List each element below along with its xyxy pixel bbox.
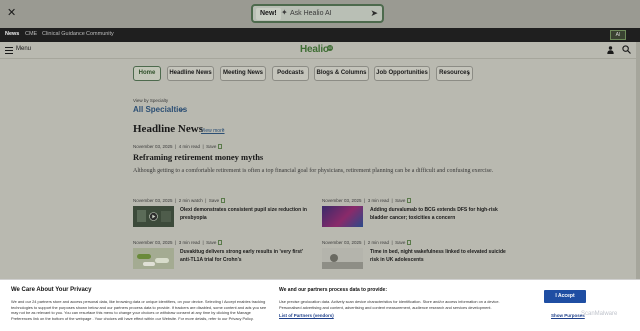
- nav-community[interactable]: Community: [86, 31, 114, 37]
- bookmark-icon[interactable]: [407, 240, 412, 245]
- play-icon: [137, 210, 171, 222]
- new-badge: New!: [256, 8, 281, 20]
- ai-badge[interactable]: AI: [610, 30, 626, 40]
- cookie-title: We Care About Your Privacy: [11, 287, 92, 293]
- site-header: Menu Healio 40: [0, 42, 640, 59]
- ask-ai-input[interactable]: Ask Healio AI: [290, 10, 332, 17]
- bookmark-icon[interactable]: [407, 198, 412, 203]
- save-link[interactable]: Save: [395, 240, 405, 245]
- save-link[interactable]: Save: [206, 144, 216, 149]
- logo-mark: 40: [327, 45, 333, 51]
- story-thumbnail[interactable]: [133, 248, 174, 269]
- ask-ai-box[interactable]: New! ✦ Ask Healio AI ➤: [251, 4, 384, 23]
- story-meta: November 03, 2025 | 2 min watch | Save: [133, 198, 226, 203]
- chevron-down-icon[interactable]: ⌄: [177, 104, 186, 113]
- search-icon[interactable]: [622, 45, 631, 54]
- story-title[interactable]: Adding durvalumab to BCG extends DFS for…: [370, 206, 510, 222]
- cookie-purposes-title: We and our partners process data to prov…: [279, 287, 387, 293]
- save-link[interactable]: Save: [395, 198, 405, 203]
- cookie-banner: We Care About Your Privacy We and our 24…: [0, 279, 640, 331]
- tab-job-opportunities[interactable]: Job Opportunities: [374, 66, 430, 81]
- story-meta: November 03, 2025 | 3 min read | Save: [133, 240, 223, 245]
- bookmark-icon[interactable]: [218, 240, 223, 245]
- tab-meeting-news[interactable]: Meeting News: [220, 66, 266, 81]
- view-more-link[interactable]: View more: [201, 128, 225, 134]
- nav-news[interactable]: News: [5, 31, 19, 37]
- nav-clinical-guidance[interactable]: Clinical Guidance: [42, 31, 85, 37]
- primary-nav: News CME Clinical Guidance Community AI: [0, 28, 640, 42]
- menu-label[interactable]: Menu: [16, 46, 31, 52]
- show-purposes-link[interactable]: Show Purposes: [551, 313, 585, 318]
- story-thumbnail[interactable]: [133, 206, 174, 227]
- close-icon[interactable]: ✕: [7, 6, 16, 19]
- tab-home[interactable]: Home: [133, 66, 161, 81]
- story-thumbnail[interactable]: [322, 206, 363, 227]
- tab-headline-news[interactable]: Headline News: [167, 66, 214, 81]
- lead-story-summary: Although getting to a comfortable retire…: [133, 168, 494, 174]
- scrollbar[interactable]: [636, 42, 640, 279]
- bookmark-icon[interactable]: [221, 198, 226, 203]
- cookie-body: We and our 24 partners store and access …: [11, 299, 267, 321]
- story-thumbnail[interactable]: [322, 248, 363, 269]
- view-by-label: View by Specialty: [133, 98, 169, 103]
- story-meta: November 03, 2025 | 3 min read | Save: [322, 198, 412, 203]
- hamburger-icon[interactable]: [5, 47, 13, 56]
- tab-podcasts[interactable]: Podcasts: [272, 66, 309, 81]
- save-link[interactable]: Save: [206, 240, 216, 245]
- scanmalware-watermark: ScanMalware: [581, 311, 618, 317]
- send-icon[interactable]: ➤: [370, 8, 378, 19]
- section-title: Headline News: [133, 123, 203, 135]
- save-link[interactable]: Save: [209, 198, 219, 203]
- capsule-illustration: [137, 254, 169, 266]
- story-title[interactable]: Time in bed, night wakefulness linked to…: [370, 248, 510, 264]
- top-bar: ✕ New! ✦ Ask Healio AI ➤: [0, 0, 640, 28]
- story-title[interactable]: Duvakitug delivers strong early results …: [180, 248, 310, 264]
- chevron-right-icon[interactable]: ›: [467, 68, 470, 78]
- story-meta: November 03, 2025 | 2 min read | Save: [322, 240, 412, 245]
- person-in-bed-illustration: [322, 254, 363, 269]
- lead-meta: November 03, 2025 | 4 min read | Save: [133, 144, 223, 149]
- lead-story-title[interactable]: Reframing retirement money myths: [133, 152, 263, 162]
- healio-logo[interactable]: Healio: [300, 44, 329, 55]
- accept-button[interactable]: I Accept: [544, 290, 586, 303]
- story-title[interactable]: Olexi demonstrates consistent pupil size…: [180, 206, 310, 222]
- person-icon[interactable]: [607, 46, 614, 54]
- partners-link[interactable]: List of Partners (vendors): [279, 313, 334, 318]
- nav-cme[interactable]: CME: [25, 31, 37, 37]
- chevron-right-icon[interactable]: ›: [222, 127, 224, 133]
- cookie-purposes-body: Use precise geolocation data. Actively s…: [279, 299, 500, 310]
- sparkle-icon: ✦: [281, 8, 288, 17]
- bookmark-icon[interactable]: [218, 144, 223, 149]
- tab-blogs-columns[interactable]: Blogs & Columns: [314, 66, 369, 81]
